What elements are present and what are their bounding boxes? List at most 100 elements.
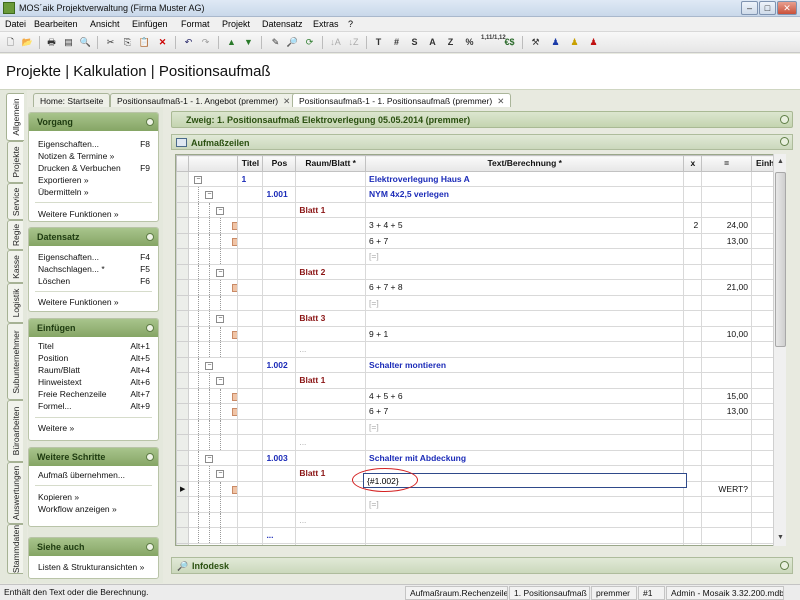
tree-cell[interactable]: −	[188, 186, 239, 203]
table-row[interactable]: ...	[176, 511, 785, 528]
text-cell[interactable]	[365, 527, 685, 544]
text-cell[interactable]: 4 + 5 + 6	[365, 387, 685, 404]
tree-cell[interactable]: −	[188, 372, 239, 389]
collapse-icon[interactable]	[146, 233, 154, 241]
pos-cell[interactable]	[262, 511, 297, 528]
sidebar-more[interactable]: Weitere »	[38, 423, 74, 433]
pos-cell[interactable]	[262, 217, 297, 234]
pos-cell[interactable]	[262, 263, 297, 280]
print-preview-icon[interactable]: ▤	[61, 35, 76, 50]
row-indicator[interactable]	[176, 294, 190, 311]
titel-cell[interactable]	[237, 294, 264, 311]
x-cell[interactable]	[683, 496, 703, 513]
tree-cell[interactable]	[188, 232, 239, 249]
redo-icon[interactable]: ↷	[198, 35, 213, 50]
pos-cell[interactable]	[262, 310, 297, 327]
x-cell[interactable]	[683, 387, 703, 404]
close-icon[interactable]: ✕	[283, 96, 290, 106]
result-cell[interactable]	[701, 418, 752, 435]
sidebar-item-nachschlagen[interactable]: Nachschlagen... *	[38, 264, 105, 274]
pos-cell[interactable]	[262, 465, 297, 482]
x-cell[interactable]	[683, 279, 703, 296]
collapse-toggle-icon[interactable]: −	[205, 191, 214, 199]
format-a-button[interactable]: A	[425, 35, 440, 50]
sidebar-item-titel[interactable]: Titel	[38, 341, 54, 351]
sidebar-item-drucken[interactable]: Drucken & Verbuchen	[38, 163, 121, 173]
x-cell[interactable]	[683, 248, 703, 265]
column-header-equals[interactable]: =	[701, 155, 752, 172]
raum-cell[interactable]	[295, 232, 367, 249]
raum-cell[interactable]: Blatt 2	[295, 263, 367, 280]
row-indicator[interactable]	[176, 356, 190, 373]
x-cell[interactable]	[683, 294, 703, 311]
tree-cell[interactable]	[188, 341, 239, 358]
table-row[interactable]: ...	[176, 434, 785, 451]
raum-cell[interactable]	[295, 186, 367, 203]
table-row[interactable]: ...	[176, 341, 785, 358]
vtab-bueroarbeiten[interactable]: Büroarbeiten	[7, 400, 23, 462]
row-indicator[interactable]: ▶	[176, 480, 190, 497]
sidebar-item-freie-rechenzeile[interactable]: Freie Rechenzeile	[38, 389, 107, 399]
pos-cell[interactable]	[262, 279, 297, 296]
column-header-raum[interactable]: Raum/Blatt *	[295, 155, 367, 172]
pos-cell[interactable]	[262, 170, 297, 187]
pos-cell[interactable]	[262, 496, 297, 513]
result-cell[interactable]	[701, 263, 752, 280]
x-cell[interactable]	[683, 310, 703, 327]
raum-cell[interactable]	[295, 170, 367, 187]
titel-cell[interactable]	[237, 201, 264, 218]
row-indicator[interactable]	[176, 279, 190, 296]
x-cell[interactable]	[683, 356, 703, 373]
x-cell[interactable]	[683, 325, 703, 342]
column-header-text[interactable]: Text/Berechnung *	[365, 155, 685, 172]
result-cell[interactable]	[701, 465, 752, 482]
pos-cell[interactable]	[262, 480, 297, 497]
table-row[interactable]: 6 + 7 + 8 21,00	[176, 279, 785, 296]
raum-cell[interactable]	[295, 542, 367, 545]
row-indicator[interactable]	[176, 325, 190, 342]
raum-cell[interactable]	[295, 217, 367, 234]
x-cell[interactable]	[683, 418, 703, 435]
raum-cell[interactable]: ...	[295, 434, 367, 451]
x-cell[interactable]	[683, 201, 703, 218]
titel-cell[interactable]: 2	[237, 542, 264, 545]
row-indicator[interactable]	[176, 186, 190, 203]
text-cell[interactable]: 6 + 7	[365, 232, 685, 249]
raum-cell[interactable]	[295, 496, 367, 513]
tools-icon[interactable]: ⚒	[528, 35, 543, 50]
row-indicator[interactable]	[176, 434, 190, 451]
x-cell[interactable]	[683, 170, 703, 187]
result-cell[interactable]	[701, 310, 752, 327]
row-indicator[interactable]	[176, 465, 190, 482]
row-indicator[interactable]	[176, 263, 190, 280]
pos-cell[interactable]	[262, 418, 297, 435]
row-indicator[interactable]	[176, 496, 190, 513]
collapse-icon[interactable]	[146, 118, 154, 126]
paste-icon[interactable]: 📋	[137, 35, 152, 50]
result-cell[interactable]: 10,00	[701, 325, 752, 342]
text-cell[interactable]	[365, 434, 685, 451]
result-cell[interactable]	[701, 186, 752, 203]
vtab-service[interactable]: Service	[7, 183, 23, 220]
collapse-toggle-icon[interactable]: −	[216, 377, 225, 385]
raum-cell[interactable]	[295, 418, 367, 435]
sidebar-item-raum[interactable]: Raum/Blatt	[38, 365, 80, 375]
titel-cell[interactable]	[237, 449, 264, 466]
raum-cell[interactable]	[295, 325, 367, 342]
pos-cell[interactable]: 1.003	[262, 449, 297, 466]
row-indicator[interactable]	[176, 511, 190, 528]
collapse-toggle-icon[interactable]: −	[216, 268, 225, 277]
table-row[interactable]: − Blatt 3	[176, 310, 785, 327]
tree-cell[interactable]	[188, 418, 239, 435]
tree-cell[interactable]	[188, 403, 239, 420]
raum-cell[interactable]	[295, 403, 367, 420]
x-cell[interactable]	[683, 232, 703, 249]
tree-cell[interactable]: −	[188, 356, 239, 373]
result-cell[interactable]: 13,00	[701, 403, 752, 420]
titel-cell[interactable]	[237, 341, 264, 358]
panel-header[interactable]: Weitere Schritte	[29, 448, 158, 466]
text-cell[interactable]: [=]	[365, 418, 685, 435]
row-indicator[interactable]	[176, 449, 190, 466]
table-row[interactable]: − 1.001 NYM 4x2,5 verlegen	[176, 186, 785, 203]
titel-cell[interactable]	[237, 527, 264, 544]
